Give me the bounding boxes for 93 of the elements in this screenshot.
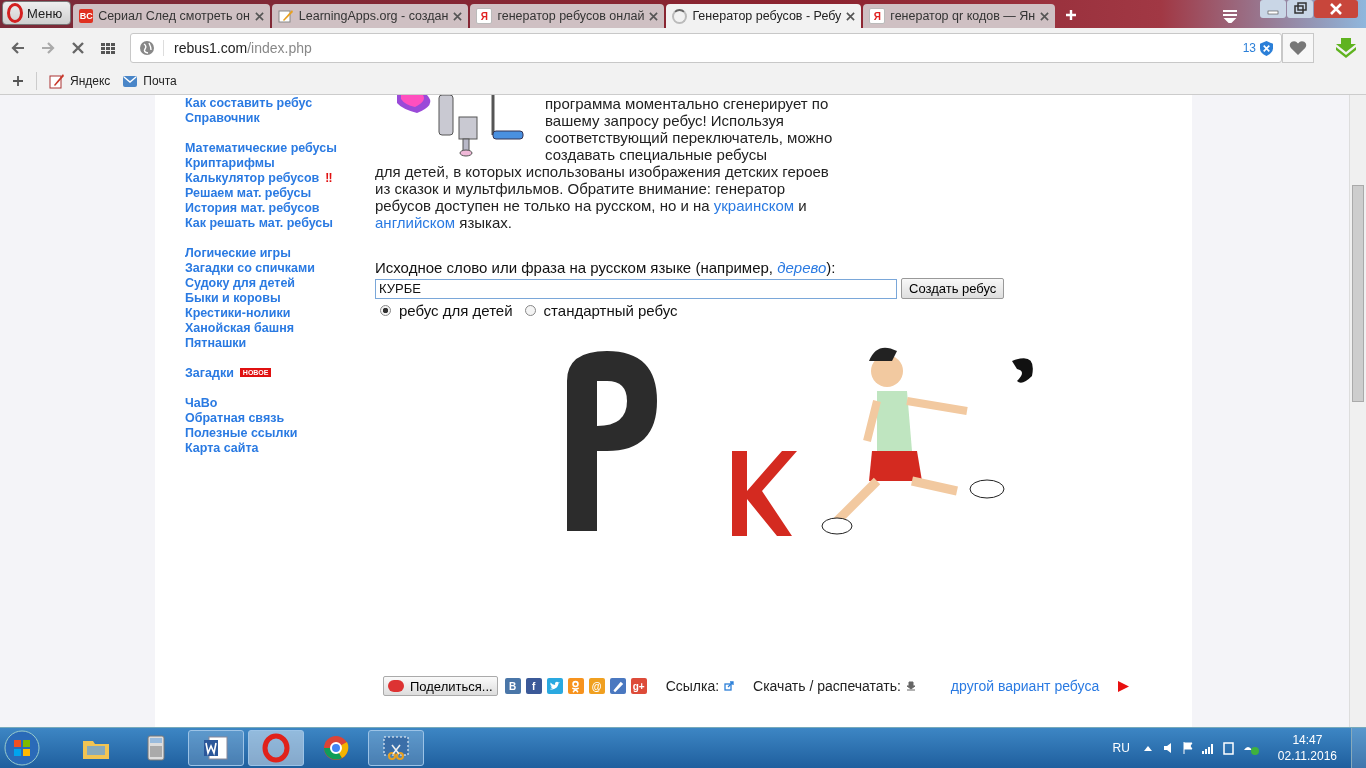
stop-icon[interactable] xyxy=(70,40,86,56)
social-service-icon[interactable]: g+ xyxy=(630,678,647,694)
site-favicon-icon: BC xyxy=(79,9,94,23)
browser-tab[interactable]: LearningApps.org - создан xyxy=(271,4,469,28)
mail-icon xyxy=(122,73,139,89)
site-favicon-icon: Я xyxy=(869,8,886,24)
share-button[interactable]: Поделиться... xyxy=(383,676,498,696)
taskbar-app[interactable] xyxy=(368,730,424,766)
sidebar-link[interactable]: ЧаВо xyxy=(185,395,218,410)
chrome-icon xyxy=(321,733,351,763)
close-icon[interactable] xyxy=(846,11,856,21)
radio-button[interactable] xyxy=(524,305,536,316)
blocked-count: 13 xyxy=(1242,41,1256,55)
close-icon[interactable] xyxy=(453,11,463,21)
sidebar-link[interactable]: Криптарифмы xyxy=(185,155,275,170)
sidebar-link[interactable]: Математические ребусы xyxy=(185,140,337,155)
menu-button[interactable]: Меню xyxy=(2,1,72,25)
scrollbar[interactable] xyxy=(1349,95,1366,727)
sidebar-link[interactable]: Справочник xyxy=(185,110,260,125)
bookmark[interactable]: Яндекс xyxy=(49,73,111,89)
other-variant-link[interactable]: другой вариант ребуса xyxy=(950,678,1100,694)
shield-icon[interactable] xyxy=(1260,40,1273,56)
create-rebus-button[interactable]: Создать ребус xyxy=(901,278,1005,299)
attention-mark: ‼ xyxy=(325,170,333,185)
url-host: rebus1.com xyxy=(174,40,248,56)
social-service-icon[interactable] xyxy=(609,678,626,694)
taskbar-app[interactable] xyxy=(188,730,244,766)
heart-icon xyxy=(1289,40,1307,56)
radio-button[interactable] xyxy=(380,305,391,316)
sidebar-link[interactable]: Логические игры xyxy=(185,245,291,260)
sidebar-link[interactable]: Решаем мат. ребусы xyxy=(185,185,312,200)
pen-icon xyxy=(277,8,294,24)
sidebar-link[interactable]: Пятнашки xyxy=(185,335,247,350)
close-icon[interactable] xyxy=(254,11,264,21)
example-link[interactable]: дерево xyxy=(777,259,827,276)
browser-tab[interactable]: BC Сериал След смотреть он xyxy=(73,4,270,28)
sidebar-link[interactable]: Калькулятор ребусов xyxy=(185,170,320,185)
download-arrow-icon[interactable] xyxy=(905,681,916,691)
url-path: /index.php xyxy=(247,40,312,56)
snip-icon xyxy=(381,733,411,763)
bookmark[interactable]: Почта xyxy=(122,73,177,89)
word-icon xyxy=(201,733,231,763)
browser-tab[interactable]: Я генератор qr кодов — Ян xyxy=(863,4,1056,28)
sidebar-link[interactable]: Быки и коровы xyxy=(185,290,281,305)
pen-icon xyxy=(49,73,65,89)
system-tray-icons-drawing[interactable] xyxy=(1141,740,1262,756)
close-icon[interactable] xyxy=(1040,11,1050,21)
sidebar-link[interactable]: Ханойская башня xyxy=(185,320,295,335)
clock-date: 02.11.2016 xyxy=(1277,748,1337,764)
sidebar-link[interactable]: Карта сайта xyxy=(185,440,259,455)
play-arrow-icon[interactable] xyxy=(1118,680,1130,692)
plus-icon[interactable] xyxy=(12,75,24,87)
restore-icon[interactable] xyxy=(1287,0,1313,18)
tab-menu-icon[interactable] xyxy=(1222,9,1238,23)
sidebar-link[interactable]: Как решать мат. ребусы xyxy=(185,215,333,230)
social-service-icon[interactable] xyxy=(546,678,563,694)
language-indicator[interactable]: RU xyxy=(1112,741,1130,755)
sidebar-link[interactable]: Крестики-нолики xyxy=(185,305,291,320)
back-arrow-icon[interactable] xyxy=(10,40,26,56)
sidebar-link[interactable]: Загадки со спичками xyxy=(185,260,315,275)
opera-icon xyxy=(261,733,291,763)
close-icon[interactable] xyxy=(649,11,659,21)
link-label: Ссылка: xyxy=(665,678,720,694)
english-link[interactable]: английском xyxy=(375,214,456,231)
sidebar-link[interactable]: Полезные ссылки xyxy=(185,425,298,440)
download-icon[interactable] xyxy=(1336,38,1356,58)
input-label: Исходное слово или фраза на русском языке (например, дерево): xyxy=(375,259,837,276)
social-service-icon[interactable]: f xyxy=(525,678,542,694)
radio-label: стандартный ребус xyxy=(543,302,678,319)
ukrainian-link[interactable]: украинском xyxy=(713,197,795,214)
intro-paragraph: для детей, в которых использованы изображения детских героев из сказок и мультфильмов. Обратите внимание: генератор ребусов доступен не только на русском, но и на украинском и английском языках. xyxy=(375,163,830,231)
sidebar-link[interactable]: Как составить ребус xyxy=(185,95,313,110)
heart-button[interactable] xyxy=(1282,33,1314,63)
clock-time: 14:47 xyxy=(1292,732,1323,748)
download-label: Скачать / распечатать: xyxy=(753,678,901,694)
sidebar-link[interactable]: Обратная связь xyxy=(185,410,285,425)
social-service-icon[interactable]: В xyxy=(504,678,521,694)
external-link-icon[interactable] xyxy=(724,681,735,691)
sidebar-link[interactable]: Загадки xyxy=(185,365,234,380)
sidebar-link[interactable]: История мат. ребусов xyxy=(185,200,320,215)
browser-tab[interactable]: Генератор ребусов - Ребу xyxy=(666,4,862,28)
browser-tab[interactable]: Я генератор ребусов онлай xyxy=(470,4,665,28)
word-input-field[interactable]: КУРБЕ xyxy=(375,278,897,299)
grid-icon[interactable] xyxy=(100,40,116,56)
radio-label: ребус для детей xyxy=(399,302,513,319)
social-service-icon[interactable] xyxy=(567,678,584,694)
site-favicon-icon: Я xyxy=(476,8,493,24)
sidebar-link[interactable]: Судоку для детей xyxy=(185,275,296,290)
close-window-icon[interactable] xyxy=(1314,0,1358,18)
intro-text: программа моментально сгенерирует по вашему запросу ребус! Используя соответствующий переключатель, можно создавать специальные ребусы xyxy=(545,95,834,163)
start-button-icon[interactable] xyxy=(4,730,40,766)
address-bar[interactable]: rebus1.com/index.php 13 xyxy=(130,33,1282,63)
globe-icon xyxy=(139,40,164,56)
